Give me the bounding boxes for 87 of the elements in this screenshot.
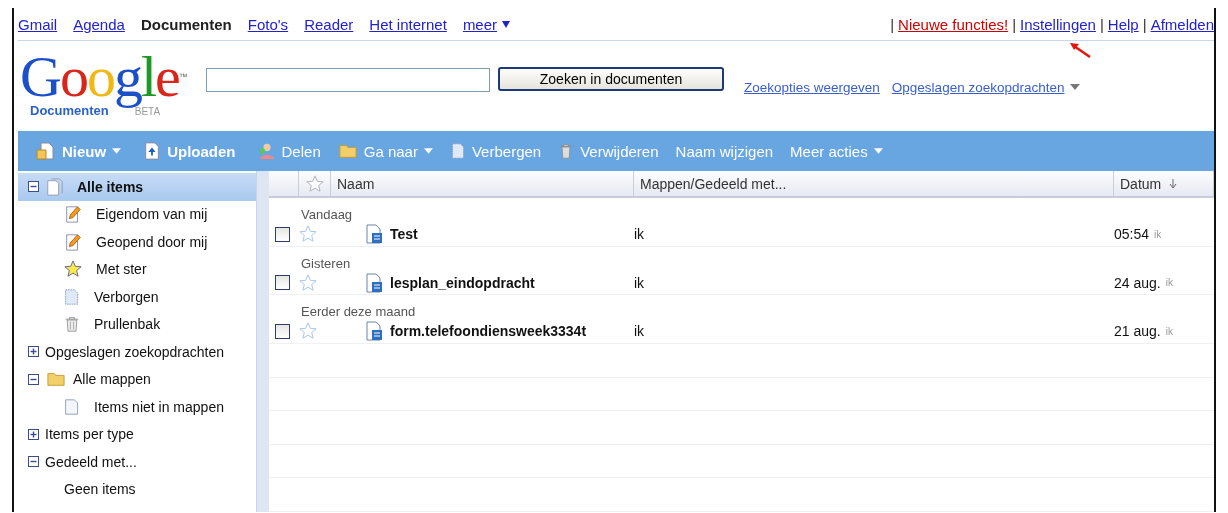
star-icon[interactable] — [305, 174, 324, 193]
column-header[interactable]: Datum — [1114, 171, 1214, 197]
caret-icon[interactable] — [501, 19, 512, 29]
star-icon — [64, 260, 82, 279]
documents-icon — [45, 177, 65, 196]
caret-icon — [423, 148, 433, 154]
sidebar-item[interactable]: Verborgen — [18, 283, 256, 311]
google-logo[interactable]: Google$^{™}$ Documenten BETA — [20, 51, 200, 121]
modified-by-text: ik — [1165, 325, 1173, 337]
splitter-handle[interactable] — [256, 171, 269, 512]
header-link[interactable]: Nieuwe functies! — [898, 15, 1009, 33]
nav-link[interactable]: Foto's — [247, 15, 289, 33]
pencil-document-icon — [64, 204, 82, 225]
search-link[interactable]: Opgeslagen zoekopdrachten — [891, 79, 1081, 95]
column-header[interactable]: Mappen/Gedeeld met... — [634, 171, 1114, 197]
caret-icon[interactable] — [1070, 84, 1081, 90]
group-label: Eerder deze maand — [300, 303, 417, 320]
sidebar-item[interactable]: Eigendom van mij — [18, 200, 256, 228]
sidebar-item[interactable]: Met ster — [18, 255, 256, 283]
sort-arrow-icon — [1169, 178, 1178, 189]
dashed-document-icon — [64, 286, 80, 307]
search-field[interactable] — [206, 68, 490, 92]
document-icon — [364, 224, 384, 245]
upload-icon — [143, 142, 162, 160]
trash-icon — [64, 314, 80, 335]
separator: | — [1142, 15, 1147, 33]
folder-icon — [45, 370, 67, 389]
group-label: Vandaag — [300, 206, 354, 223]
expand-icon[interactable] — [28, 346, 39, 358]
sidebar-item[interactable]: Items niet in mappen — [18, 393, 256, 421]
pointer-arrow-icon — [1068, 41, 1093, 58]
table-cell-text: ik — [634, 274, 646, 291]
expand-icon[interactable] — [28, 428, 39, 440]
star-icon[interactable] — [299, 273, 317, 292]
document-name[interactable]: Test — [390, 226, 418, 243]
nav-link[interactable]: Reader — [304, 15, 354, 33]
dashed-document-icon — [449, 142, 466, 160]
document-icon — [364, 321, 384, 342]
sidebar-item[interactable]: Alle items — [18, 173, 256, 201]
date-text: 24 aug. — [1114, 274, 1161, 291]
checkbox[interactable] — [275, 323, 290, 339]
nav-link[interactable]: Gmail — [18, 15, 58, 33]
document-icon — [364, 272, 384, 293]
group-label: Gisteren — [300, 254, 352, 271]
search-button[interactable]: Zoeken in documenten — [498, 67, 724, 91]
sidebar-item[interactable]: Geen items — [18, 475, 256, 503]
star-icon[interactable] — [299, 225, 317, 244]
modified-by-text: ik — [1165, 277, 1173, 289]
star-icon[interactable] — [299, 322, 317, 341]
column-header[interactable]: Naam — [331, 171, 634, 197]
date-text: 21 aug. — [1114, 323, 1161, 340]
caret-icon — [112, 148, 122, 154]
document-name[interactable]: lesplan_eindopdracht — [390, 274, 535, 291]
trash-icon — [558, 142, 575, 160]
nav-link[interactable]: Documenten — [140, 15, 232, 33]
checkbox[interactable] — [275, 275, 290, 291]
nav-link[interactable]: Het internet — [369, 15, 447, 33]
sidebar-item[interactable]: Prullenbak — [18, 310, 256, 338]
sidebar-item[interactable]: Gedeeld met... — [18, 448, 256, 476]
sidebar-item[interactable]: Opgeslagen zoekopdrachten — [18, 338, 256, 366]
header-link[interactable]: Help — [1107, 15, 1139, 33]
table-cell-text: ik — [634, 226, 646, 243]
sidebar-item[interactable]: Items per type — [18, 420, 256, 448]
date-text: 05:54 — [1114, 226, 1150, 243]
pencil-document-icon — [64, 231, 82, 252]
document-name[interactable]: form.telefoondiensweek3334t — [390, 323, 587, 340]
caret-icon — [873, 148, 883, 154]
modified-by-text: ik — [1154, 228, 1162, 240]
document-icon — [64, 396, 80, 417]
nav-link[interactable]: meer — [462, 15, 498, 33]
folder-icon — [337, 142, 358, 160]
sidebar-item[interactable]: Alle mappen — [18, 365, 256, 393]
collapse-icon[interactable] — [28, 373, 39, 385]
collapse-icon[interactable] — [28, 181, 39, 193]
separator: | — [1012, 15, 1017, 33]
separator: | — [890, 15, 895, 33]
header-link[interactable]: Instellingen — [1020, 15, 1096, 33]
table-cell-text: ik — [634, 323, 646, 340]
new-document-icon — [36, 141, 56, 161]
collapse-icon[interactable] — [28, 456, 39, 468]
people-icon — [257, 142, 276, 160]
checkbox[interactable] — [275, 226, 290, 242]
sidebar-item[interactable]: Geopend door mij — [18, 228, 256, 256]
nav-link[interactable]: Agenda — [73, 15, 125, 33]
search-link[interactable]: Zoekopties weergeven — [744, 79, 880, 95]
header-link[interactable]: Afmelden — [1150, 15, 1214, 33]
separator: | — [1099, 15, 1104, 33]
